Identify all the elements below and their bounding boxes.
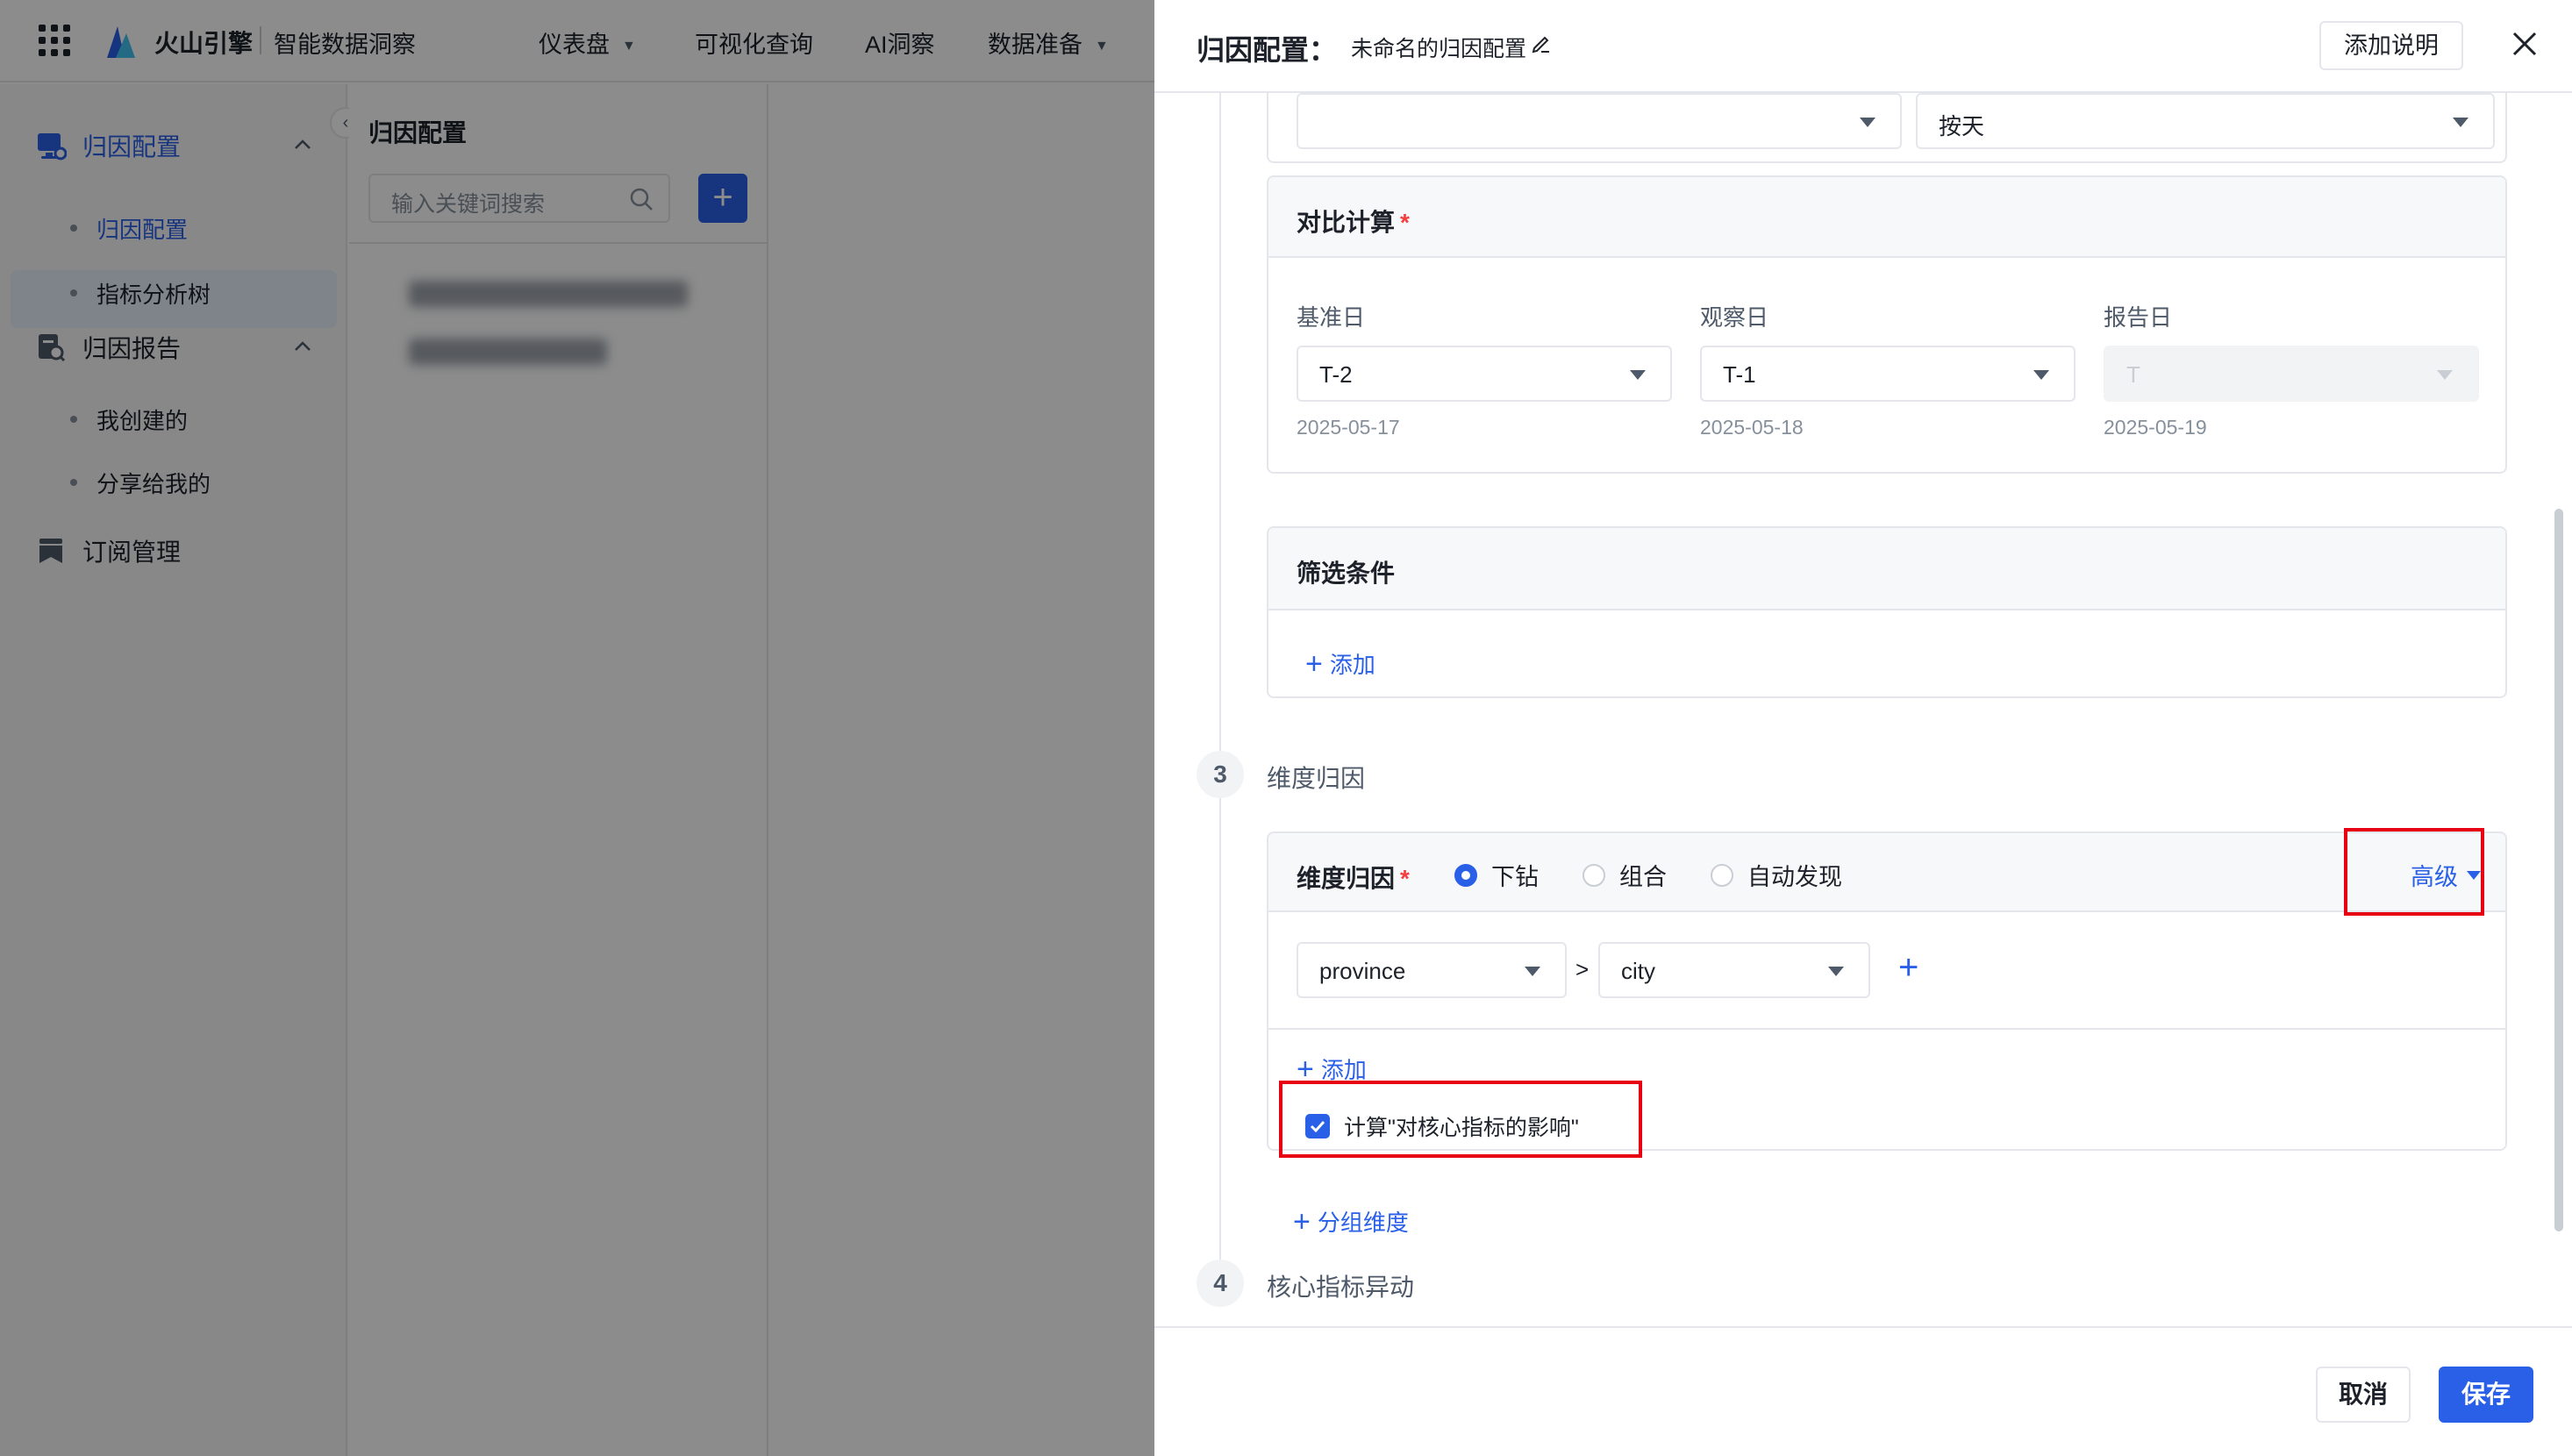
dimension-value: city [1621, 958, 1655, 984]
dimension-card-header: 维度归因 * 下钻 组合 自动发现 高级 [1268, 833, 2505, 912]
dimension-title-text: 维度归因 [1297, 865, 1396, 892]
report-day-value: T [2126, 361, 2140, 388]
radio-dot [1582, 863, 1605, 887]
filter-card-header: 筛选条件 [1268, 528, 2505, 610]
drawer-header: 归因配置： 未命名的归因配置 添加说明 [1154, 0, 2572, 93]
radio-dot [1711, 863, 1733, 887]
report-day-select: T [2104, 346, 2479, 402]
caret-down-icon [1630, 370, 1646, 380]
plus-icon: + [1293, 1204, 1311, 1238]
mode-auto-discover-label: 自动发现 [1747, 864, 1842, 890]
caret-down-icon [1860, 118, 1875, 127]
caret-down-icon [2033, 370, 2049, 380]
baseline-day-date: 2025-05-17 [1297, 416, 1400, 439]
caret-down-icon [2437, 370, 2453, 380]
step-timeline-line [1219, 93, 1221, 1286]
add-level-plus-icon[interactable]: + [1898, 946, 1918, 989]
dimension-select-province[interactable]: province [1297, 942, 1567, 998]
mode-combination-radio[interactable]: 组合 [1582, 858, 1667, 892]
compare-card-header: 对比计算 * [1268, 177, 2505, 258]
caret-down-icon [1525, 967, 1540, 976]
group-dimension-link[interactable]: + 分组维度 [1293, 1205, 1409, 1238]
dimension-select-city[interactable]: city [1598, 942, 1870, 998]
attribution-config-drawer: 归因配置： 未命名的归因配置 添加说明 按天 对比计算 * 基准日 T-2 20… [1154, 0, 2572, 1456]
previous-card: 按天 [1267, 93, 2507, 163]
caret-down-icon [1828, 967, 1844, 976]
step-4-label: 核心指标异动 [1267, 1274, 1415, 1301]
step-3-number: 3 [1197, 751, 1244, 798]
drawer-scrollbar[interactable] [2554, 509, 2563, 1231]
report-day-label: 报告日 [2104, 304, 2173, 331]
baseline-day-value: T-2 [1319, 361, 1353, 388]
close-icon[interactable] [2509, 28, 2540, 60]
add-filter-label: 添加 [1329, 652, 1375, 678]
mode-drilldown-label: 下钻 [1491, 864, 1539, 890]
compare-card: 对比计算 * 基准日 T-2 2025-05-17 观察日 T-1 2025-05… [1267, 175, 2507, 474]
path-separator: > [1575, 956, 1590, 982]
plus-icon: + [1305, 646, 1323, 681]
group-dimension-label: 分组维度 [1317, 1210, 1409, 1236]
dimension-value: province [1319, 958, 1406, 984]
baseline-day-select[interactable]: T-2 [1297, 346, 1672, 402]
step-3-label: 维度归因 [1267, 765, 1366, 792]
drawer-body[interactable]: 按天 对比计算 * 基准日 T-2 2025-05-17 观察日 T-1 2025… [1154, 93, 2572, 1326]
previous-select-right[interactable]: 按天 [1916, 93, 2495, 149]
report-day-date: 2025-05-19 [2104, 416, 2207, 439]
required-mark: * [1400, 865, 1410, 892]
observe-day-select[interactable]: T-1 [1700, 346, 2075, 402]
mode-combination-label: 组合 [1619, 864, 1667, 890]
highlight-box-advanced [2344, 828, 2484, 916]
observe-day-date: 2025-05-18 [1700, 416, 1804, 439]
step-4-number: 4 [1197, 1260, 1244, 1307]
baseline-day-label: 基准日 [1297, 304, 1366, 331]
drawer-title: 归因配置： [1197, 34, 1338, 66]
filter-card: 筛选条件 + 添加 [1267, 526, 2507, 698]
caret-down-icon [2453, 118, 2468, 127]
filter-card-title: 筛选条件 [1297, 560, 1396, 587]
modal-overlay[interactable] [0, 0, 1154, 1456]
compare-card-title: 对比计算 * [1297, 203, 1410, 239]
config-name: 未命名的归因配置 [1351, 37, 1527, 61]
cancel-button[interactable]: 取消 [2316, 1367, 2411, 1423]
save-button[interactable]: 保存 [2439, 1367, 2533, 1423]
add-filter-link[interactable]: + 添加 [1305, 647, 1375, 680]
add-note-button[interactable]: 添加说明 [2319, 21, 2463, 70]
edit-icon[interactable] [1530, 32, 1553, 54]
compare-title-text: 对比计算 [1297, 209, 1396, 236]
previous-select-left[interactable] [1297, 93, 1902, 149]
mode-auto-discover-radio[interactable]: 自动发现 [1711, 858, 1842, 892]
plus-icon: + [1297, 1052, 1314, 1086]
highlight-box-checkbox [1279, 1081, 1642, 1158]
mode-drilldown-radio[interactable]: 下钻 [1454, 858, 1539, 892]
drawer-footer: 取消 保存 [1154, 1326, 2572, 1456]
divider [1268, 1028, 2505, 1030]
observe-day-label: 观察日 [1700, 304, 1769, 331]
dimension-card-title: 维度归因 * [1297, 860, 1410, 895]
previous-select-right-value: 按天 [1939, 113, 1985, 139]
radio-dot [1454, 863, 1477, 887]
required-mark: * [1400, 209, 1410, 236]
observe-day-value: T-1 [1723, 361, 1756, 388]
